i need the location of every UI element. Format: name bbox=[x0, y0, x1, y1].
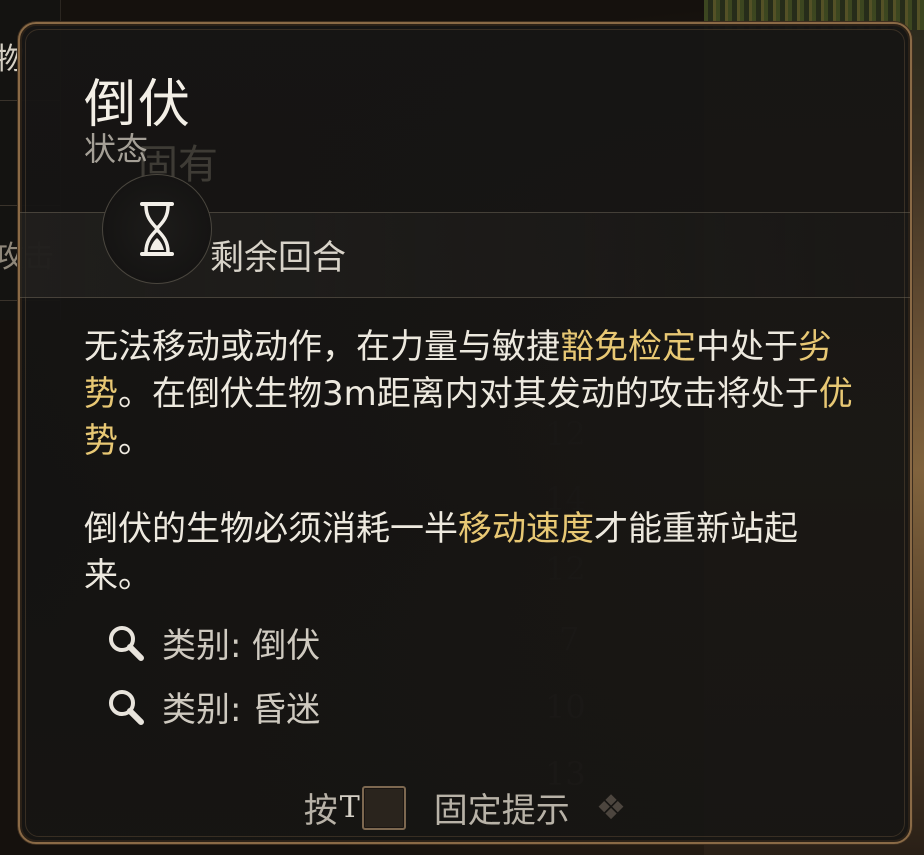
description-text: 中处于 bbox=[696, 327, 798, 367]
category-prone[interactable]: 类别: 倒伏 bbox=[104, 618, 320, 667]
footer-action-label: 固定提示 bbox=[433, 791, 570, 831]
status-tooltip: 固有 倒伏 状态 剩余回合 无法移动或动作，在力量与敏捷豁免检定中处于劣势。在倒… bbox=[18, 22, 912, 844]
magnifier-icon bbox=[104, 685, 148, 729]
emblem-icon: ❖ bbox=[595, 787, 627, 828]
category-label: 类别: 昏迷 bbox=[162, 690, 321, 730]
description-paragraph-2: 倒伏的生物必须消耗一半移动速度才能重新站起来。 bbox=[84, 506, 854, 600]
keyword-movement-speed[interactable]: 移动速度 bbox=[458, 509, 594, 549]
hourglass-icon bbox=[102, 174, 212, 284]
description-text: 无法移动或动作，在力量与敏捷 bbox=[84, 327, 560, 367]
category-unconscious[interactable]: 类别: 昏迷 bbox=[104, 682, 320, 731]
pin-key-letter: T bbox=[339, 790, 360, 825]
description-text: 。 bbox=[118, 421, 152, 461]
tooltip-subtitle: 状态 bbox=[84, 130, 149, 168]
pin-tooltip-hint: 按 T 固定提示 ❖ bbox=[20, 783, 910, 832]
description-text: 。在倒伏生物3m距离内对其发动的攻击将处于 bbox=[118, 374, 819, 414]
tooltip-description: 无法移动或动作，在力量与敏捷豁免检定中处于劣势。在倒伏生物3m距离内对其发动的攻… bbox=[84, 324, 854, 600]
magnifier-icon bbox=[104, 621, 148, 665]
keyword-saving-throw[interactable]: 豁免检定 bbox=[560, 327, 696, 367]
duration-label: 剩余回合 bbox=[210, 238, 346, 278]
key-box-icon bbox=[361, 785, 406, 830]
footer-press-label: 按 bbox=[303, 791, 338, 831]
description-paragraph-1: 无法移动或动作，在力量与敏捷豁免检定中处于劣势。在倒伏生物3m距离内对其发动的攻… bbox=[84, 324, 854, 465]
game-screen: 物 攻击 12 14 12 7 10 13 固有 倒伏 状态 剩余回合 无法移动… bbox=[0, 0, 924, 855]
pin-key[interactable]: T bbox=[338, 785, 434, 830]
description-text: 倒伏的生物必须消耗一半 bbox=[84, 509, 458, 549]
category-label: 类别: 倒伏 bbox=[162, 626, 321, 666]
